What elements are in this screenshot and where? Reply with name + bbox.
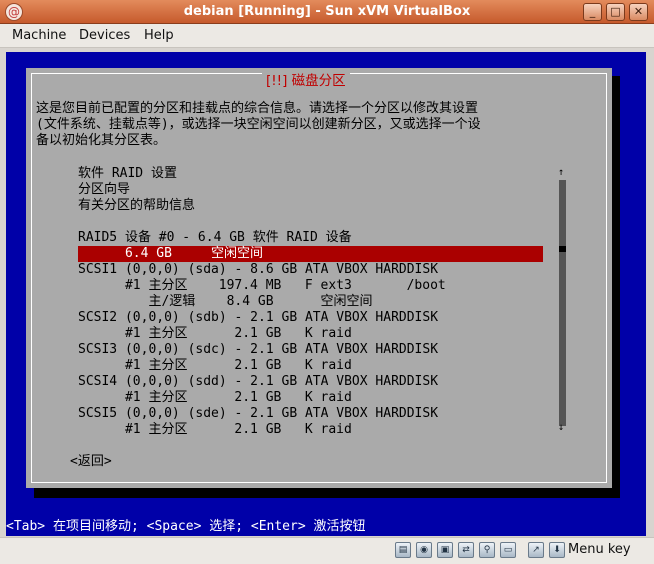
partition-dialog: [!!] 磁盘分区 这是您目前已配置的分区和挂载点的综合信息。请选择一个分区以修… <box>26 68 612 488</box>
menu-help[interactable]: Help <box>144 28 174 43</box>
list-item-sdd[interactable]: SCSI4 (0,0,0) (sdd) - 2.1 GB ATA VBOX HA… <box>78 374 438 390</box>
keyboard-help-line: <Tab> 在项目间移动; <Space> 选择; <Enter> 激活按钮 <box>6 519 366 534</box>
network-icon[interactable]: ⇄ <box>458 542 474 558</box>
cdrom-icon[interactable]: ◉ <box>416 542 432 558</box>
list-item-partition-wizard[interactable]: 分区向导 <box>78 182 130 198</box>
list-scrollbar[interactable] <box>559 180 566 426</box>
list-item-sda[interactable]: SCSI1 (0,0,0) (sda) - 8.6 GB ATA VBOX HA… <box>78 262 438 278</box>
mouse-integration-icon[interactable]: ↗ <box>528 542 544 558</box>
list-item-raid5-free-space[interactable]: 6.4 GB 空闲空间 <box>78 246 263 262</box>
scroll-up-icon[interactable]: ↑ <box>558 167 564 178</box>
back-button[interactable]: <返回> <box>70 454 112 470</box>
menu-bar: Machine Devices Help <box>0 24 654 48</box>
close-button[interactable]: ✕ <box>629 3 648 21</box>
list-item-sde[interactable]: SCSI5 (0,0,0) (sde) - 2.1 GB ATA VBOX HA… <box>78 406 438 422</box>
description-line-1: 这是您目前已配置的分区和挂载点的综合信息。请选择一个分区以修改其设置 <box>36 101 479 116</box>
status-bar: ▤ ◉ ▣ ⇄ ⚲ ▭ ↗ ⬇ Menu key <box>0 537 654 564</box>
shared-folder-icon[interactable]: ▭ <box>500 542 516 558</box>
minimize-button[interactable]: _ <box>583 3 602 21</box>
floppy-icon[interactable]: ▣ <box>437 542 453 558</box>
list-item-sda-free-space[interactable]: 主/逻辑 8.4 GB 空闲空间 <box>78 294 372 310</box>
window-title: debian [Running] - Sun xVM VirtualBox <box>183 4 471 19</box>
list-item-sdb1[interactable]: #1 主分区 2.1 GB K raid <box>78 326 352 342</box>
list-item-sde1[interactable]: #1 主分区 2.1 GB K raid <box>78 422 352 438</box>
list-item-partition-help[interactable]: 有关分区的帮助信息 <box>78 198 195 214</box>
host-key-arrow-icon: ⬇ <box>549 542 565 558</box>
list-item-selected[interactable]: 6.4 GB 空闲空间 <box>78 246 543 262</box>
scrollbar-thumb[interactable] <box>559 246 566 252</box>
dialog-shadow-right <box>612 76 620 496</box>
usb-icon[interactable]: ⚲ <box>479 542 495 558</box>
list-item-sdb[interactable]: SCSI2 (0,0,0) (sdb) - 2.1 GB ATA VBOX HA… <box>78 310 438 326</box>
host-key-label: Menu key <box>568 542 631 557</box>
list-item-sda1[interactable]: #1 主分区 197.4 MB F ext3 /boot <box>78 278 446 294</box>
maximize-button[interactable]: □ <box>606 3 625 21</box>
dialog-title: [!!] 磁盘分区 <box>262 73 350 89</box>
description-line-3: 备以初始化其分区表。 <box>36 133 167 148</box>
list-item-sdd1[interactable]: #1 主分区 2.1 GB K raid <box>78 390 352 406</box>
list-item-raid5-device[interactable]: RAID5 设备 #0 - 6.4 GB 软件 RAID 设备 <box>78 230 352 246</box>
menu-devices[interactable]: Devices <box>79 28 130 43</box>
list-item-sdc1[interactable]: #1 主分区 2.1 GB K raid <box>78 358 352 374</box>
window-titlebar[interactable]: @ debian [Running] - Sun xVM VirtualBox … <box>0 0 654 24</box>
dialog-shadow-bottom <box>34 488 620 498</box>
hard-disk-icon[interactable]: ▤ <box>395 542 411 558</box>
list-item-sdc[interactable]: SCSI3 (0,0,0) (sdc) - 2.1 GB ATA VBOX HA… <box>78 342 438 358</box>
list-item-raid-setup[interactable]: 软件 RAID 设置 <box>78 166 177 182</box>
scroll-down-icon[interactable]: ↓ <box>558 422 564 433</box>
vm-screen[interactable]: [!!] 磁盘分区 这是您目前已配置的分区和挂载点的综合信息。请选择一个分区以修… <box>6 52 646 536</box>
menu-machine[interactable]: Machine <box>12 28 66 43</box>
description-line-2: (文件系统、挂载点等)，或选择一块空闲空间以创建新分区，又或选择一个设 <box>36 117 481 132</box>
